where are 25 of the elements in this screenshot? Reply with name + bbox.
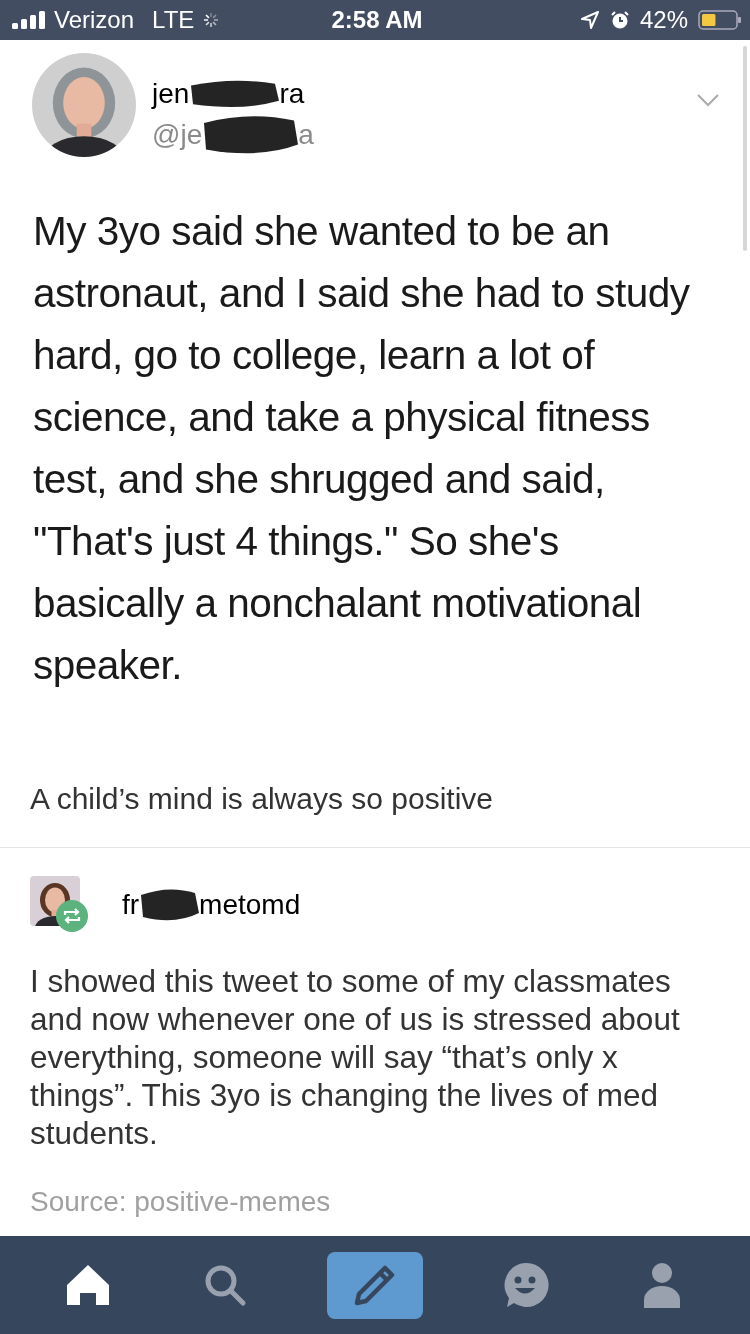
source-link[interactable]: Source: positive-memes [0,1186,750,1218]
reblog-badge-icon [56,900,88,932]
clock-time: 2:58 AM [331,6,423,34]
location-arrow-icon [579,10,600,30]
reblogger-name: fr [122,889,140,921]
post-caption: A child’s mind is always so positive [29,782,494,816]
alarm-clock-icon [609,10,630,30]
chevron-down-icon[interactable] [696,93,720,107]
author-handle: a [298,119,314,151]
reblog-comment: I showed this tweet to some of my classmates and now whenever one of us is stressed about everything, someone will say “that’s only x things”. This 3yo is changing the lives of med students. [29,962,681,1152]
author-name: jen [152,78,190,110]
activity-spinner-icon [202,11,221,29]
author-handle: @je [152,119,203,151]
reblogger-name: metomd [199,889,301,921]
network-label: LTE [152,6,195,34]
search-icon [203,1263,248,1307]
home-icon [65,1263,112,1307]
signal-icon [12,11,46,29]
author-name: ra [279,78,305,110]
battery-percent: 42% [639,6,688,34]
battery-icon [698,10,742,30]
carrier-label: Verizon [54,6,135,34]
tweet-text: My 3yo said she wanted to be an astronaut, and I said she had to study hard, go to college, learn a lot of science, and take a physical fitness test, and she shrugged and said, "That's just 4 things." So she's basically a nonchalant motivational speaker. [32,207,691,690]
compose-button[interactable] [327,1251,423,1319]
person-icon [643,1262,680,1308]
